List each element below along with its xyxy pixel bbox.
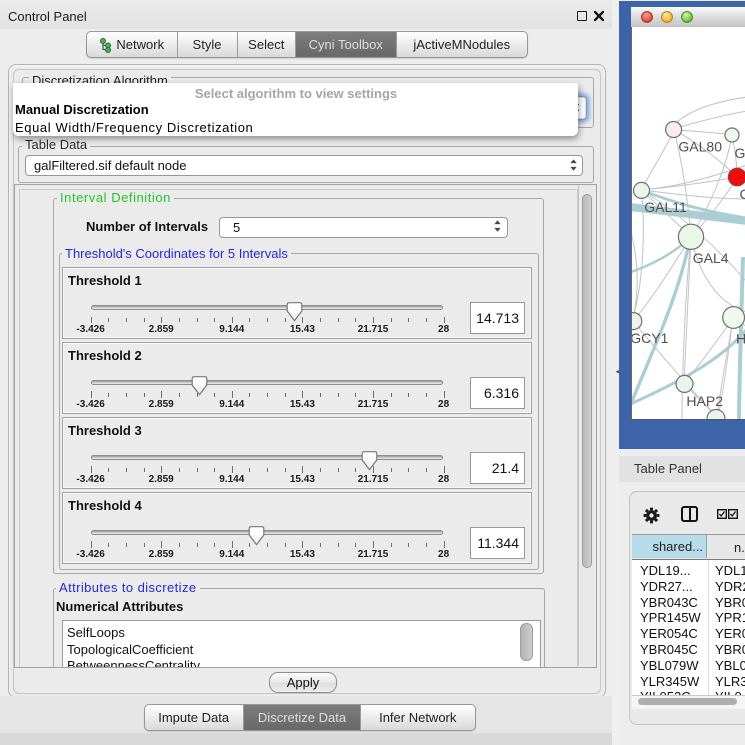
svg-text:HI: HI bbox=[736, 331, 745, 347]
svg-text:GAL80: GAL80 bbox=[678, 139, 722, 155]
svg-text:GCY1: GCY1 bbox=[632, 330, 669, 346]
svg-text:GAL11: GAL11 bbox=[644, 199, 687, 215]
svg-text:GAL4: GAL4 bbox=[693, 250, 729, 266]
svg-text:HAP2: HAP2 bbox=[686, 393, 723, 409]
svg-text:GA: GA bbox=[735, 145, 745, 161]
svg-text:C: C bbox=[740, 186, 745, 202]
